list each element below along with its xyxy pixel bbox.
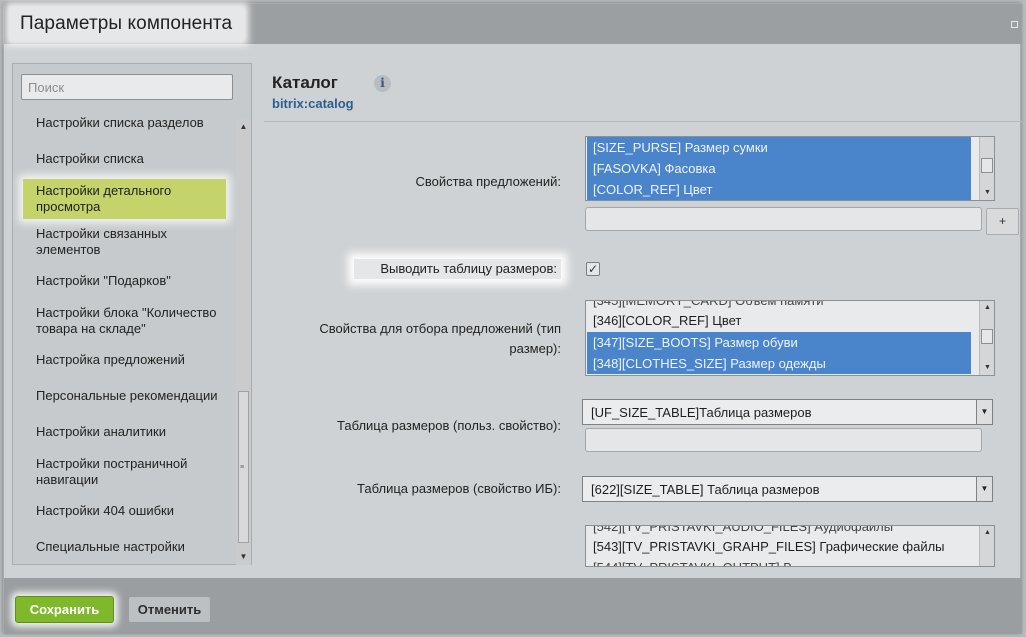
dialog-footer: Сохранить Отменить bbox=[4, 578, 1022, 634]
listbox-scrollbar[interactable]: ▼ bbox=[979, 137, 994, 200]
cancel-button[interactable]: Отменить bbox=[128, 596, 211, 623]
listbox-scrollbar[interactable]: ▲ ▼ bbox=[979, 301, 994, 375]
scroll-thumb[interactable] bbox=[981, 329, 993, 344]
scroll-up-icon[interactable]: ▲ bbox=[980, 528, 994, 538]
select-value: [UF_SIZE_TABLE]Таблица размеров bbox=[591, 405, 812, 420]
sidebar-item-section-list[interactable]: Настройки списка разделов bbox=[36, 115, 231, 131]
sidebar-item-special[interactable]: Специальные настройки bbox=[36, 539, 231, 555]
scroll-thumb[interactable]: ≡ bbox=[238, 391, 249, 543]
sidebar-item-pagination[interactable]: Настройки постраничной навигации bbox=[36, 456, 231, 488]
size-table-ib-prop-select[interactable]: [622][SIZE_TABLE] Таблица размеров ▼ bbox=[582, 476, 993, 502]
offer-props-new-input[interactable] bbox=[585, 207, 982, 231]
list-item[interactable]: [FASOVKA] Фасовка bbox=[587, 158, 971, 179]
scroll-down-icon[interactable]: ▼ bbox=[236, 551, 251, 563]
sidebar: Поиск Настройки списка разделов Настройк… bbox=[12, 63, 252, 565]
list-item[interactable]: [348][CLOTHES_SIZE] Размер одежды bbox=[587, 353, 971, 374]
listbox-scrollbar[interactable]: ▲ bbox=[979, 526, 994, 566]
sidebar-item-detail-view[interactable]: Настройки детального просмотра bbox=[23, 179, 226, 219]
filter-props-label: Свойства для отбора предложений (тип раз… bbox=[319, 321, 561, 356]
filter-props-listbox[interactable]: [345][MEMORY_CARD] Объем памяти [346][CO… bbox=[585, 300, 995, 376]
list-item[interactable]: [543][TV_PRISTAVKI_GRAHP_FILES] Графичес… bbox=[587, 536, 971, 557]
list-item[interactable]: [544][TV_PRISTAVKI_OUTPUT] В... bbox=[587, 557, 971, 566]
sidebar-item-list[interactable]: Настройки списка bbox=[36, 151, 231, 167]
size-table-toggle-label: Выводить таблицу размеров: bbox=[354, 259, 561, 279]
offer-props-listbox[interactable]: [SIZE_PURSE] Размер сумки [FASOVKA] Фасо… bbox=[585, 136, 995, 201]
dialog-titlebar[interactable]: Параметры компонента bbox=[4, 4, 1022, 44]
sidebar-item-recommendations[interactable]: Персональные рекомендации bbox=[36, 388, 231, 404]
select-value: [622][SIZE_TABLE] Таблица размеров bbox=[591, 482, 820, 497]
save-button[interactable]: Сохранить bbox=[15, 596, 114, 623]
dialog-title: Параметры компонента bbox=[10, 7, 245, 41]
size-table-ib-prop-label: Таблица размеров (свойство ИБ): bbox=[357, 481, 561, 496]
chevron-down-icon[interactable]: ▼ bbox=[976, 400, 992, 424]
component-id: bitrix:catalog bbox=[272, 96, 354, 111]
scroll-thumb[interactable] bbox=[981, 158, 993, 173]
sidebar-item-linked-elements[interactable]: Настройки связанных элементов bbox=[36, 226, 231, 258]
sidebar-item-analytics[interactable]: Настройки аналитики bbox=[36, 424, 231, 440]
offer-props-label: Свойства предложений: bbox=[415, 174, 561, 189]
maximize-icon[interactable] bbox=[1011, 21, 1018, 28]
list-item[interactable]: [COLOR_REF] Цвет bbox=[587, 179, 971, 200]
scroll-up-icon[interactable]: ▲ bbox=[980, 303, 994, 313]
size-table-checkbox[interactable]: ✓ bbox=[586, 262, 600, 276]
component-params-dialog: Параметры компонента Поиск Настройки спи… bbox=[3, 3, 1022, 634]
sidebar-item-stock-block[interactable]: Настройки блока "Количество товара на ск… bbox=[36, 305, 231, 337]
header-divider bbox=[264, 121, 1022, 122]
scroll-up-icon[interactable]: ▲ bbox=[236, 121, 251, 133]
list-item[interactable]: [346][COLOR_REF] Цвет bbox=[587, 310, 971, 331]
info-icon[interactable]: i bbox=[374, 75, 391, 92]
search-input[interactable]: Поиск bbox=[21, 74, 233, 100]
grip-icon: ≡ bbox=[240, 464, 245, 471]
list-item[interactable]: [SIZE_PURSE] Размер сумки bbox=[587, 137, 971, 158]
sidebar-item-offers[interactable]: Настройка предложений bbox=[36, 352, 231, 368]
list-item[interactable]: [347][SIZE_BOOTS] Размер обуви bbox=[587, 332, 971, 353]
sidebar-item-gifts[interactable]: Настройки "Подарков" bbox=[36, 273, 231, 289]
extra-props-listbox[interactable]: [542][TV_PRISTAVKI_AUDIO_FILES] Аудиофай… bbox=[585, 525, 995, 567]
component-title: Каталог bbox=[272, 73, 338, 92]
main-panel: Каталог i bitrix:catalog Свойства предло… bbox=[264, 63, 1022, 577]
sidebar-item-404[interactable]: Настройки 404 ошибки bbox=[36, 503, 231, 519]
check-icon: ✓ bbox=[587, 262, 599, 276]
chevron-down-icon[interactable]: ▼ bbox=[976, 477, 992, 501]
scroll-down-icon[interactable]: ▼ bbox=[980, 188, 994, 198]
size-table-user-prop-select[interactable]: [UF_SIZE_TABLE]Таблица размеров ▼ bbox=[582, 399, 993, 425]
size-table-user-prop-input[interactable] bbox=[585, 428, 982, 452]
size-table-user-prop-label: Таблица размеров (польз. свойство): bbox=[337, 418, 561, 433]
sidebar-scrollbar[interactable]: ▲ ≡ ▼ bbox=[236, 119, 251, 565]
add-property-button[interactable]: + bbox=[986, 208, 1019, 235]
scroll-down-icon[interactable]: ▼ bbox=[980, 363, 994, 373]
